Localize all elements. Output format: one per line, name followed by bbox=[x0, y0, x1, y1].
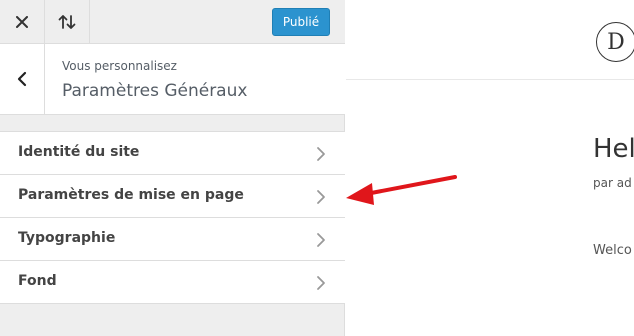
preview-site-header: D bbox=[346, 0, 634, 80]
site-logo[interactable]: D bbox=[596, 22, 634, 62]
section-item-layout-settings[interactable]: Paramètres de mise en page bbox=[0, 175, 345, 218]
customizer-topbar: Publié bbox=[0, 0, 345, 44]
chevron-left-icon bbox=[17, 71, 27, 87]
section-item-site-identity[interactable]: Identité du site bbox=[0, 132, 345, 175]
post-title[interactable]: Hel bbox=[593, 134, 634, 164]
section-item-background[interactable]: Fond bbox=[0, 261, 345, 304]
panel-title: Paramètres Généraux bbox=[62, 81, 248, 101]
annotation-arrow-icon bbox=[346, 175, 457, 205]
post-excerpt: Welco bbox=[593, 243, 632, 258]
section-item-label: Identité du site bbox=[18, 144, 140, 160]
chevron-right-icon bbox=[317, 233, 325, 247]
section-item-label: Fond bbox=[18, 273, 57, 289]
close-icon bbox=[16, 16, 28, 28]
chevron-right-icon bbox=[317, 190, 325, 204]
section-item-label: Paramètres de mise en page bbox=[18, 187, 244, 203]
close-button[interactable] bbox=[0, 0, 45, 44]
section-list: Identité du site Paramètres de mise en p… bbox=[0, 131, 345, 304]
publish-button[interactable]: Publié bbox=[272, 8, 330, 36]
preview-toggle-button[interactable] bbox=[45, 0, 90, 44]
sort-arrows-icon bbox=[58, 15, 76, 29]
panel-header: Vous personnalisez Paramètres Généraux bbox=[0, 44, 345, 115]
chevron-right-icon bbox=[317, 276, 325, 290]
section-item-label: Typographie bbox=[18, 230, 116, 246]
section-item-typography[interactable]: Typographie bbox=[0, 218, 345, 261]
post-meta: par ad bbox=[593, 176, 632, 190]
back-button[interactable] bbox=[0, 44, 45, 114]
panel-subtitle: Vous personnalisez bbox=[62, 59, 177, 73]
chevron-right-icon bbox=[317, 147, 325, 161]
customizer-sidebar: Publié Vous personnalisez Paramètres Gén… bbox=[0, 0, 345, 336]
